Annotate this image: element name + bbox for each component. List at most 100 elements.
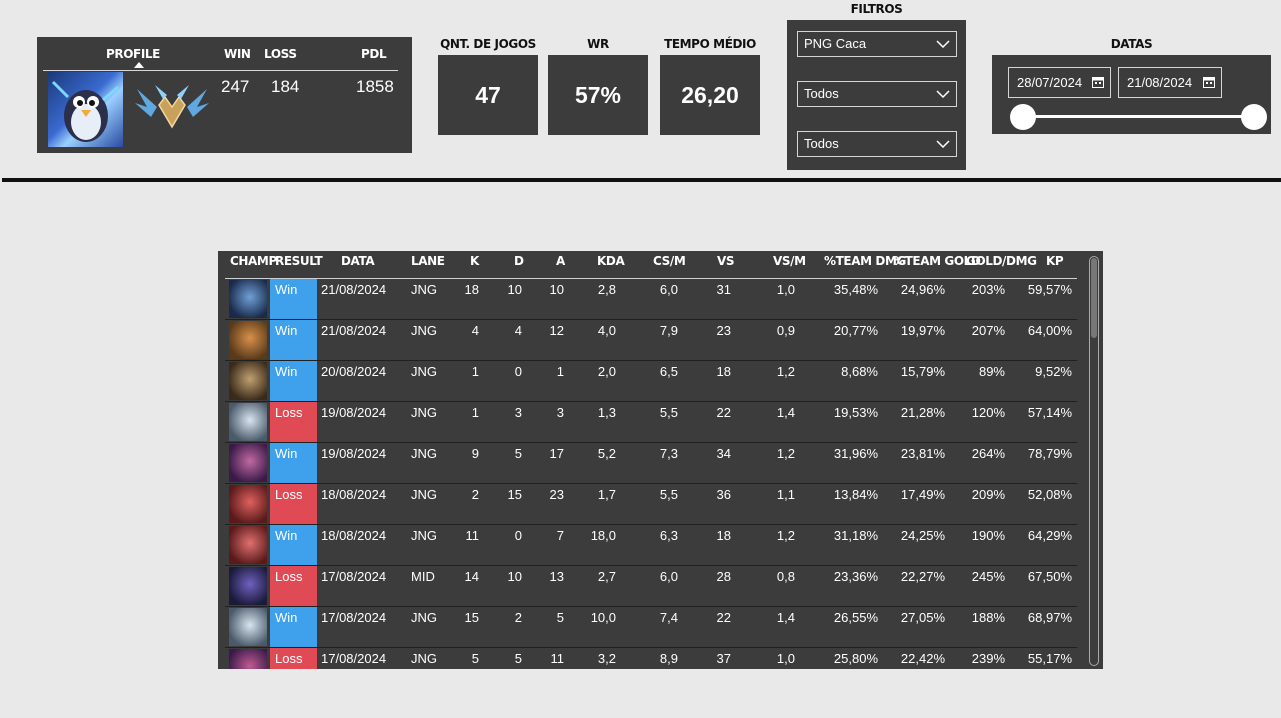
- table-row[interactable]: Loss 17/08/2024 JNG 5 5 11 3,2 8,9 37 1,0 25,80% 22…: [225, 648, 1077, 669]
- header-gold-dmg[interactable]: GOLD/DMG: [966, 254, 1037, 268]
- table-row[interactable]: Loss 18/08/2024 JNG 2 15 23 1,7 5,5 36 1,1 13,84% 1…: [225, 484, 1077, 525]
- cell-gd: 190%: [971, 528, 1005, 543]
- date-slider-track[interactable]: [1022, 115, 1254, 118]
- cell-d: 4: [514, 323, 522, 338]
- date-slider-start-handle[interactable]: [1010, 104, 1036, 130]
- header-d[interactable]: D: [514, 254, 524, 268]
- games-label: QNT. DE JOGOS: [440, 37, 536, 51]
- cell-date: 17/08/2024: [321, 651, 387, 666]
- header-vsm[interactable]: VS/M: [773, 254, 806, 268]
- cell-lane: MID: [411, 569, 435, 584]
- cell-k: 4: [471, 323, 479, 338]
- cell-csm: 5,5: [659, 487, 678, 502]
- rank-emblem-icon: [133, 77, 211, 133]
- account-dropdown[interactable]: PNG Caca: [797, 31, 957, 57]
- header-kp[interactable]: KP: [1046, 254, 1064, 268]
- date-slider-end-handle[interactable]: [1241, 104, 1267, 130]
- filter-dropdown-2[interactable]: Todos: [797, 81, 957, 107]
- cell-gold: 19,97%: [900, 323, 945, 338]
- cell-vsm: 1,2: [776, 528, 795, 543]
- result-cell: Win: [270, 320, 317, 360]
- cell-lane: JNG: [411, 364, 437, 379]
- cell-k: 11: [465, 528, 480, 543]
- calendar-icon[interactable]: [1092, 76, 1104, 88]
- cell-k: 1: [471, 364, 479, 379]
- champion-portrait-icon: [229, 444, 267, 482]
- header-champ[interactable]: CHAMP: [230, 254, 277, 268]
- cell-vs: 28: [716, 569, 731, 584]
- table-row[interactable]: Loss 19/08/2024 JNG 1 3 3 1,3 5,5 22 1,4 19,53% 21,…: [225, 402, 1077, 443]
- filter-dropdown-3[interactable]: Todos: [797, 131, 957, 157]
- table-row[interactable]: Win 19/08/2024 JNG 9 5 17 5,2 7,3 34 1,2 31,96% 23,…: [225, 443, 1077, 484]
- cell-csm: 6,3: [659, 528, 678, 543]
- table-scrollbar[interactable]: [1089, 256, 1099, 666]
- penguin-avatar-icon: [48, 72, 123, 147]
- table-row[interactable]: Loss 17/08/2024 MID 14 10 13 2,7 6,0 28 0,8 23,36%…: [225, 566, 1077, 607]
- cell-dmg: 35,48%: [833, 282, 878, 297]
- table-row[interactable]: Win 17/08/2024 JNG 15 2 5 10,0 7,4 22 1,4 26,55% 27…: [225, 607, 1077, 648]
- cell-gd: 209%: [971, 487, 1005, 502]
- scrollbar-thumb[interactable]: [1091, 258, 1097, 338]
- cell-kp: 52,08%: [1027, 487, 1072, 502]
- header-a[interactable]: A: [556, 254, 565, 268]
- cell-a: 12: [549, 323, 564, 338]
- champion-portrait-icon: [229, 403, 267, 441]
- cell-dmg: 19,53%: [833, 405, 878, 420]
- cell-k: 9: [471, 446, 479, 461]
- cell-d: 15: [507, 487, 522, 502]
- header-lane[interactable]: LANE: [411, 254, 445, 268]
- champion-portrait-icon: [229, 485, 267, 523]
- cell-kp: 57,14%: [1027, 405, 1072, 420]
- table-row[interactable]: Win 20/08/2024 JNG 1 0 1 2,0 6,5 18 1,2 8,68% 15,79…: [225, 361, 1077, 402]
- header-k[interactable]: K: [470, 254, 479, 268]
- cell-vsm: 1,2: [776, 446, 795, 461]
- cell-csm: 6,0: [659, 569, 678, 584]
- cell-gold: 27,05%: [900, 610, 945, 625]
- cell-a: 11: [550, 651, 565, 666]
- cell-a: 1: [556, 364, 564, 379]
- header-data[interactable]: DATA: [341, 254, 375, 268]
- cell-date: 18/08/2024: [321, 528, 387, 543]
- win-count: 247: [221, 77, 250, 96]
- profile-header: PROFILE: [106, 47, 160, 61]
- filters-title: FILTROS: [850, 2, 903, 16]
- cell-lane: JNG: [411, 487, 437, 502]
- table-row[interactable]: Win 21/08/2024 JNG 18 10 10 2,8 6,0 31 1,0 35,48% 2…: [225, 279, 1077, 320]
- cell-vsm: 0,8: [776, 569, 795, 584]
- header-vs[interactable]: VS: [717, 254, 735, 268]
- cell-date: 21/08/2024: [321, 282, 387, 297]
- end-date-input[interactable]: 21/08/2024: [1118, 67, 1222, 98]
- start-date-value: 28/07/2024: [1017, 75, 1083, 90]
- header-result[interactable]: RESULT: [275, 254, 323, 268]
- header-csm[interactable]: CS/M: [653, 254, 686, 268]
- cell-dmg: 8,68%: [841, 364, 878, 379]
- cell-k: 14: [464, 569, 479, 584]
- table-row[interactable]: Win 21/08/2024 JNG 4 4 12 4,0 7,9 23 0,9 20,77% 19,…: [225, 320, 1077, 361]
- avg-time-card: 26,20: [660, 55, 760, 135]
- cell-d: 2: [514, 610, 522, 625]
- cell-d: 3: [514, 405, 522, 420]
- wr-label: WR: [587, 37, 609, 51]
- cell-gd: 188%: [971, 610, 1005, 625]
- cell-d: 5: [514, 651, 522, 666]
- cell-date: 21/08/2024: [321, 323, 387, 338]
- cell-vs: 22: [716, 405, 731, 420]
- calendar-icon[interactable]: [1203, 76, 1215, 88]
- cell-lane: JNG: [411, 528, 437, 543]
- cell-k: 5: [471, 651, 479, 666]
- table-row[interactable]: Win 18/08/2024 JNG 11 0 7 18,0 6,3 18 1,2 31,18% 24…: [225, 525, 1077, 566]
- cell-lane: JNG: [411, 405, 437, 420]
- champion-portrait-icon: [229, 362, 267, 400]
- cell-a: 10: [549, 282, 564, 297]
- start-date-input[interactable]: 28/07/2024: [1008, 67, 1111, 98]
- filters-panel: PNG Caca Todos Todos: [787, 20, 966, 170]
- cell-gold: 15,79%: [900, 364, 945, 379]
- cell-k: 15: [464, 610, 479, 625]
- header-kda[interactable]: KDA: [597, 254, 625, 268]
- cell-d: 10: [507, 282, 522, 297]
- cell-vsm: 1,4: [776, 610, 795, 625]
- cell-vsm: 1,0: [776, 651, 795, 666]
- result-cell: Win: [270, 525, 317, 565]
- cell-kda: 18,0: [590, 528, 616, 543]
- games-card: 47: [438, 55, 538, 135]
